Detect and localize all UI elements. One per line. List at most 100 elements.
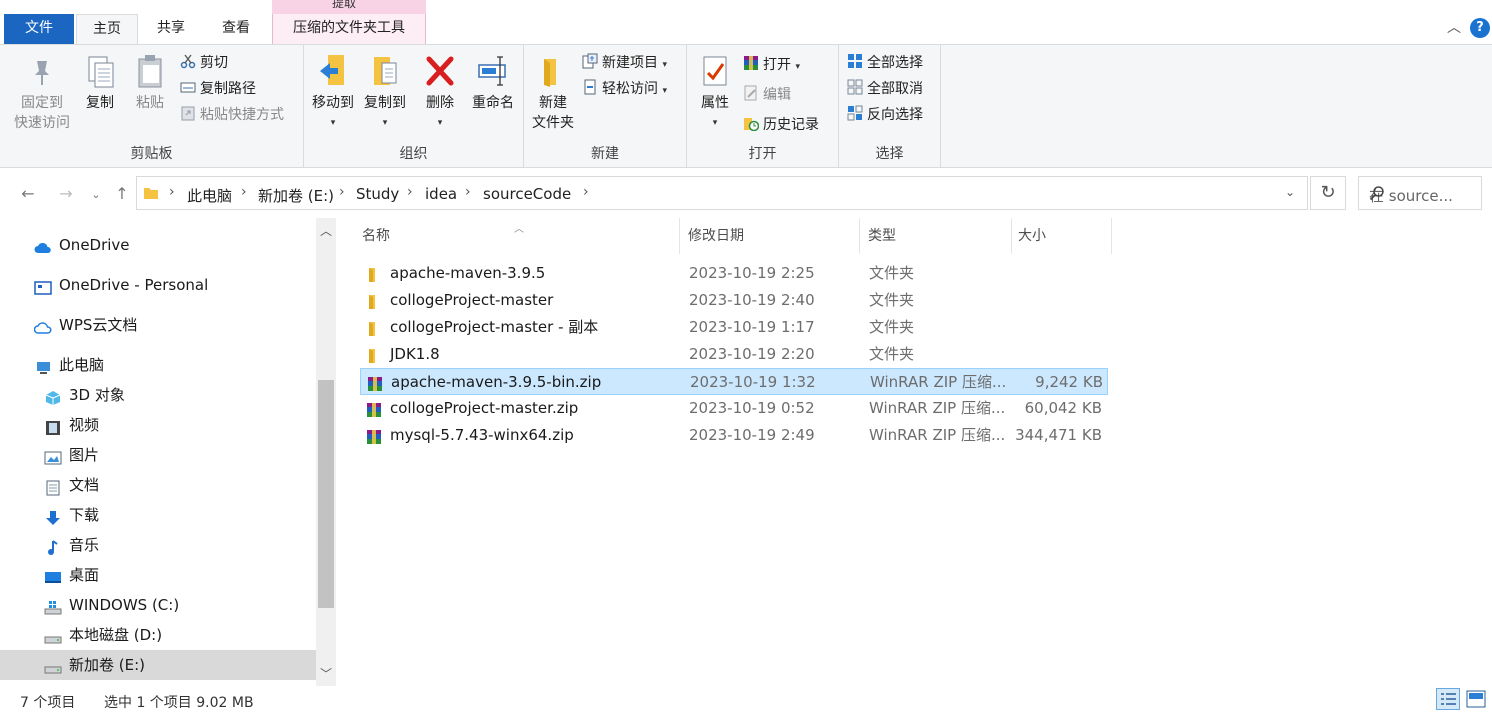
nav-item-videos[interactable]: 视频	[0, 410, 316, 440]
file-row[interactable]: apache-maven-3.9.5-bin.zip 2023-10-19 1:3…	[360, 368, 1108, 395]
large-icons-view-icon[interactable]	[1464, 688, 1488, 710]
breadcrumb-separator-icon[interactable]: ›	[169, 184, 175, 200]
delete-label: 删除	[426, 95, 454, 111]
properties-button[interactable]: 属性 ▾	[693, 51, 737, 129]
column-header-date[interactable]: 修改日期	[682, 218, 860, 254]
file-row[interactable]: collogeProject-master - 副本 2023-10-19 1:1…	[360, 314, 1108, 341]
details-view-icon[interactable]	[1436, 688, 1460, 710]
file-modified-date: 2023-10-19 2:20	[689, 345, 815, 363]
search-input[interactable]: 在 source...	[1358, 176, 1482, 210]
history-button[interactable]: 历史记录	[743, 113, 819, 137]
select-none-icon	[847, 79, 863, 95]
pin-quick-access-button[interactable]: 固定到 快速访问	[8, 51, 76, 133]
edit-button[interactable]: 编辑	[743, 83, 791, 107]
nav-item-local-disk-d[interactable]: 本地磁盘 (D:)	[0, 620, 316, 650]
breadcrumb-separator-icon[interactable]: ›	[339, 184, 345, 200]
file-size: 9,242 KB	[1035, 373, 1103, 391]
copy-to-icon	[368, 51, 402, 91]
select-all-button[interactable]: 全部选择	[847, 51, 923, 75]
nav-item-onedrive[interactable]: OneDrive	[0, 230, 316, 260]
file-row[interactable]: collogeProject-master 2023-10-19 2:40 文件夹	[360, 287, 1108, 314]
invert-selection-button[interactable]: 反向选择	[847, 103, 923, 127]
nav-item-music[interactable]: 音乐	[0, 530, 316, 560]
move-to-label: 移动到	[312, 95, 354, 111]
nav-item-documents[interactable]: 文档	[0, 470, 316, 500]
paste-icon	[133, 51, 167, 91]
copy-to-button[interactable]: 复制到 ▾	[360, 51, 410, 129]
recent-locations-chevron-icon[interactable]: ⌄	[84, 188, 108, 201]
up-arrow-icon[interactable]: ↑	[110, 184, 134, 203]
tab-view[interactable]: 查看	[204, 14, 268, 44]
computer-icon	[34, 356, 52, 374]
file-size: 344,471 KB	[1015, 426, 1102, 444]
drive-icon	[44, 626, 62, 643]
back-arrow-icon[interactable]: ←	[16, 184, 40, 203]
scrollbar-thumb[interactable]	[318, 380, 334, 608]
file-row[interactable]: collogeProject-master.zip 2023-10-19 0:52…	[360, 395, 1108, 422]
cut-button[interactable]: 剪切	[180, 51, 228, 75]
column-header-size[interactable]: 大小	[1012, 218, 1112, 254]
file-row[interactable]: JDK1.8 2023-10-19 2:20 文件夹	[360, 341, 1108, 368]
forward-arrow-icon[interactable]: →	[54, 184, 78, 203]
new-item-dropdown-icon: ▾	[662, 60, 667, 70]
nav-item-label: 3D 对象	[69, 386, 125, 404]
nav-item-label: 桌面	[69, 566, 100, 584]
breadcrumb-item[interactable]: idea	[425, 185, 457, 203]
breadcrumb-item[interactable]: Study	[356, 185, 399, 203]
nav-item-downloads[interactable]: 下载	[0, 500, 316, 530]
file-name: mysql-5.7.43-winx64.zip	[390, 426, 574, 444]
scroll-up-chevron-icon[interactable]: ︿	[320, 222, 332, 239]
select-none-button[interactable]: 全部取消	[847, 77, 923, 101]
tab-share[interactable]: 共享	[140, 14, 202, 44]
music-icon	[44, 536, 62, 555]
new-item-label: 新建项目	[602, 55, 658, 71]
refresh-icon[interactable]: ↻	[1310, 176, 1346, 210]
new-folder-label-2: 文件夹	[532, 115, 574, 131]
nav-item-pictures[interactable]: 图片	[0, 440, 316, 470]
scroll-down-chevron-icon[interactable]: ﹀	[320, 665, 332, 682]
collapse-ribbon-icon[interactable]: ︿	[1444, 20, 1464, 36]
nav-pane-scrollbar[interactable]: ︿ ﹀	[316, 218, 336, 686]
nav-item-this-pc[interactable]: 此电脑	[0, 350, 316, 380]
new-item-button[interactable]: 新建项目 ▾	[582, 51, 667, 75]
breadcrumb-separator-icon[interactable]: ›	[583, 184, 589, 200]
tab-home[interactable]: 主页	[76, 14, 138, 45]
breadcrumb-item[interactable]: sourceCode	[483, 185, 571, 203]
nav-item-volume-e[interactable]: 新加卷 (E:)	[0, 650, 316, 680]
breadcrumb-separator-icon[interactable]: ›	[465, 184, 471, 200]
delete-button[interactable]: 删除 ▾	[420, 51, 460, 129]
rename-button[interactable]: 重命名	[466, 51, 520, 113]
file-row[interactable]: apache-maven-3.9.5 2023-10-19 2:25 文件夹	[360, 260, 1108, 287]
new-folder-button[interactable]: 新建 文件夹	[528, 51, 578, 133]
breadcrumb-separator-icon[interactable]: ›	[407, 184, 413, 200]
pictures-icon	[44, 446, 62, 464]
file-row[interactable]: mysql-5.7.43-winx64.zip 2023-10-19 2:49 Wi…	[360, 422, 1108, 449]
nav-item-onedrive-personal[interactable]: OneDrive - Personal	[0, 270, 316, 300]
column-header-name[interactable]: 名称 ︿	[356, 218, 680, 254]
copy-path-button[interactable]: 复制路径	[180, 77, 256, 101]
select-all-icon	[847, 53, 863, 69]
help-icon[interactable]: ?	[1470, 18, 1490, 38]
easy-access-button[interactable]: 轻松访问 ▾	[582, 77, 667, 101]
paste-button[interactable]: 粘贴	[130, 51, 170, 113]
nav-item-windows-c[interactable]: WINDOWS (C:)	[0, 590, 316, 620]
breadcrumb-separator-icon[interactable]: ›	[241, 184, 247, 200]
tab-file[interactable]: 文件	[4, 14, 74, 44]
nav-item-3d-objects[interactable]: 3D 对象	[0, 380, 316, 410]
address-dropdown-chevron-icon[interactable]: ⌄	[1285, 185, 1295, 199]
paste-shortcut-button[interactable]: 粘贴快捷方式	[180, 103, 284, 127]
nav-item-wps-cloud[interactable]: WPS云文档	[0, 310, 316, 340]
breadcrumb-item[interactable]: 此电脑	[187, 185, 232, 206]
file-type: WinRAR ZIP 压缩...	[869, 426, 1006, 444]
open-button[interactable]: 打开 ▾	[743, 53, 800, 77]
select-group: 全部选择 全部取消 反向选择 选择	[839, 45, 941, 167]
column-header-type[interactable]: 类型	[862, 218, 1012, 254]
breadcrumb-item[interactable]: 新加卷 (E:)	[258, 185, 334, 206]
address-bar[interactable]: › 此电脑 › 新加卷 (E:) › Study › idea › source…	[136, 176, 1308, 210]
move-to-button[interactable]: 移动到 ▾	[308, 51, 358, 129]
copy-button[interactable]: 复制	[80, 51, 120, 113]
easy-access-icon	[582, 79, 598, 95]
file-explorer-window: 提取 文件 主页 共享 查看 压缩的文件夹工具 ︿ ? 固定到 快速访问 复制	[0, 0, 1492, 712]
tab-compressed-folder-tools[interactable]: 压缩的文件夹工具	[272, 14, 426, 44]
nav-item-desktop[interactable]: 桌面	[0, 560, 316, 590]
